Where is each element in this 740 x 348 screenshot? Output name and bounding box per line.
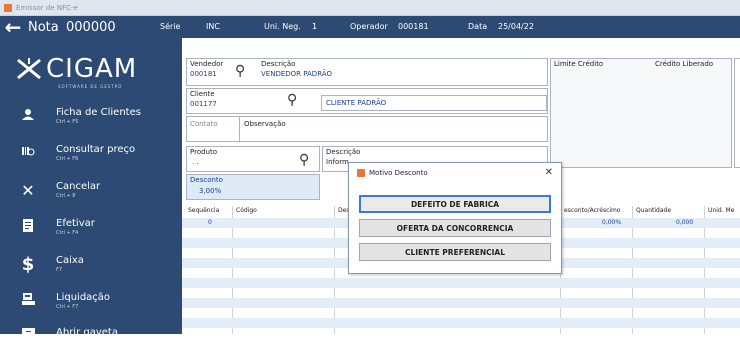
close-icon: ✕ xyxy=(21,180,35,200)
topbar: ← Nota 000000 Série INC Uni. Neg. 1 Oper… xyxy=(0,16,740,38)
sidebar-shortcut: Ctrl + F6 xyxy=(56,155,79,162)
right-panel-edge xyxy=(734,58,740,168)
dialog-title: Motivo Desconto xyxy=(369,169,428,177)
cliente-group: Cliente 001177 ⚲ CLIENTE PADRÃO xyxy=(186,88,548,114)
observacao-label[interactable]: Observação xyxy=(244,120,286,129)
limite-credito-label: Limite Crédito xyxy=(554,60,604,68)
produto-group: Produto . . ⚲ xyxy=(186,146,320,172)
contato-group: Contato Observação xyxy=(186,116,548,142)
sidebar-item-abrir-gaveta[interactable]: Abrir gaveta xyxy=(0,316,182,348)
sidebar-item-consultar-preco[interactable]: Consultar preço Ctrl + F6 xyxy=(0,137,182,169)
sidebar-shortcut: Ctrl + F7 xyxy=(56,303,79,310)
document-icon xyxy=(0,218,56,236)
option-cliente-preferencial-button[interactable]: CLIENTE PREFERENCIAL xyxy=(359,243,551,261)
option-defeito-fabrica-button[interactable]: DEFEITO DE FABRICA xyxy=(359,195,551,213)
sidebar-shortcut: Ctrl + F5 xyxy=(56,118,79,125)
sidebar-item-liquidacao[interactable]: Liquidação Ctrl + F7 xyxy=(0,285,182,317)
credito-panel: Limite Crédito Crédito Liberado xyxy=(550,58,732,168)
user-icon xyxy=(0,108,56,124)
descricao-label: Descrição xyxy=(261,60,296,68)
serie-label: Série xyxy=(160,22,181,31)
dialog-titlebar: Motivo Desconto xyxy=(349,163,561,183)
dollar-icon: $ xyxy=(21,253,35,275)
vendedor-input[interactable]: 000181 xyxy=(190,70,217,79)
divider xyxy=(239,117,240,141)
app-icon xyxy=(357,169,365,177)
table-row xyxy=(182,298,740,308)
table-row xyxy=(182,288,740,298)
sidebar-label: Cancelar xyxy=(56,180,101,192)
cell-sequencia: 0 xyxy=(208,219,212,226)
sidebar-label: Consultar preço xyxy=(56,143,136,155)
unid-label: Uni. Neg. xyxy=(264,22,301,31)
produto-descricao-label: Descrição xyxy=(326,148,361,156)
serie-value: INC xyxy=(206,22,220,31)
drawer-icon xyxy=(0,325,56,340)
cell-quantidade: 0,000 xyxy=(676,219,694,226)
nota-title: Nota xyxy=(28,19,59,35)
desconto-value[interactable]: 3,00% xyxy=(199,187,221,196)
desconto-label: Desconto xyxy=(190,176,223,184)
logo-subtitle: SOFTWARE DE GESTÃO xyxy=(58,84,123,89)
logo-text: CIGAM xyxy=(46,54,138,84)
back-arrow-icon[interactable]: ← xyxy=(0,16,26,38)
close-icon[interactable]: ✕ xyxy=(545,167,553,178)
search-icon[interactable]: ⚲ xyxy=(235,63,245,79)
cigam-logo: CIGAM xyxy=(16,56,137,82)
sidebar-item-efetivar[interactable]: Efetivar Ctrl + F4 xyxy=(0,211,182,243)
col-unid[interactable]: Unid. Me xyxy=(708,207,734,214)
operador-value: 000181 xyxy=(398,22,429,31)
produto-descricao-value: Inform xyxy=(326,158,349,166)
sidebar-shortcut: F7 xyxy=(56,266,63,273)
contato-label: Contato xyxy=(190,120,218,128)
search-icon[interactable]: ⚲ xyxy=(287,92,297,108)
cliente-descricao: CLIENTE PADRÃO xyxy=(326,99,387,107)
sidebar-label: Abrir gaveta xyxy=(56,326,118,338)
produto-input[interactable]: . . xyxy=(192,158,199,167)
window-title: Emissor de NFC-e xyxy=(16,3,78,12)
app-icon xyxy=(4,3,12,12)
data-value: 25/04/22 xyxy=(498,22,534,31)
nota-number: 000000 xyxy=(66,19,116,35)
table-row xyxy=(182,278,740,288)
sidebar-label: Caixa xyxy=(56,254,84,266)
data-label: Data xyxy=(468,22,488,31)
cliente-label: Cliente xyxy=(190,90,215,98)
cigam-logo-icon xyxy=(17,58,41,80)
sidebar-shortcut: Ctrl + 8 xyxy=(56,192,76,199)
produto-label: Produto xyxy=(190,148,218,156)
sidebar-item-cancelar[interactable]: ✕ Cancelar Ctrl + 8 xyxy=(0,174,182,206)
col-sequencia[interactable]: Sequência xyxy=(188,207,219,214)
sidebar: CIGAM SOFTWARE DE GESTÃO Ficha de Client… xyxy=(0,38,182,338)
register-icon xyxy=(0,293,56,309)
table-row xyxy=(182,318,740,328)
credito-liberado-label: Crédito Liberado xyxy=(655,60,714,68)
cliente-descricao-box: CLIENTE PADRÃO xyxy=(321,95,547,111)
col-quantidade[interactable]: Quantidade xyxy=(636,207,671,214)
desconto-group: Desconto 3,00% xyxy=(186,174,320,200)
sidebar-label: Efetivar xyxy=(56,217,95,229)
barcode-search-icon xyxy=(0,145,56,161)
vendedor-group: Vendedor 000181 ⚲ Descrição VENDEDOR PAD… xyxy=(186,58,548,86)
sidebar-label: Ficha de Clientes xyxy=(56,106,141,118)
vendedor-label: Vendedor xyxy=(190,60,224,68)
sidebar-item-caixa[interactable]: $ Caixa F7 xyxy=(0,248,182,280)
unid-value: 1 xyxy=(312,22,318,31)
col-codigo[interactable]: Código xyxy=(236,207,257,214)
option-oferta-concorrencia-button[interactable]: OFERTA DA CONCORRENCIA xyxy=(359,219,551,237)
operador-label: Operador xyxy=(350,22,388,31)
sidebar-label: Liquidação xyxy=(56,291,111,303)
vendedor-descricao: VENDEDOR PADRÃO xyxy=(261,70,332,78)
window-titlebar: Emissor de NFC-e xyxy=(0,0,740,16)
sidebar-shortcut: Ctrl + F4 xyxy=(56,229,79,236)
cell-desconto: 0,00% xyxy=(602,219,622,226)
motivo-desconto-dialog: Motivo Desconto ✕ DEFEITO DE FABRICA OFE… xyxy=(348,162,562,274)
cliente-input[interactable]: 001177 xyxy=(190,100,217,109)
col-desconto[interactable]: esconto/Acréscimo xyxy=(564,207,621,214)
sidebar-item-ficha-clientes[interactable]: Ficha de Clientes Ctrl + F5 xyxy=(0,100,182,132)
table-row xyxy=(182,308,740,318)
search-icon[interactable]: ⚲ xyxy=(299,152,309,168)
